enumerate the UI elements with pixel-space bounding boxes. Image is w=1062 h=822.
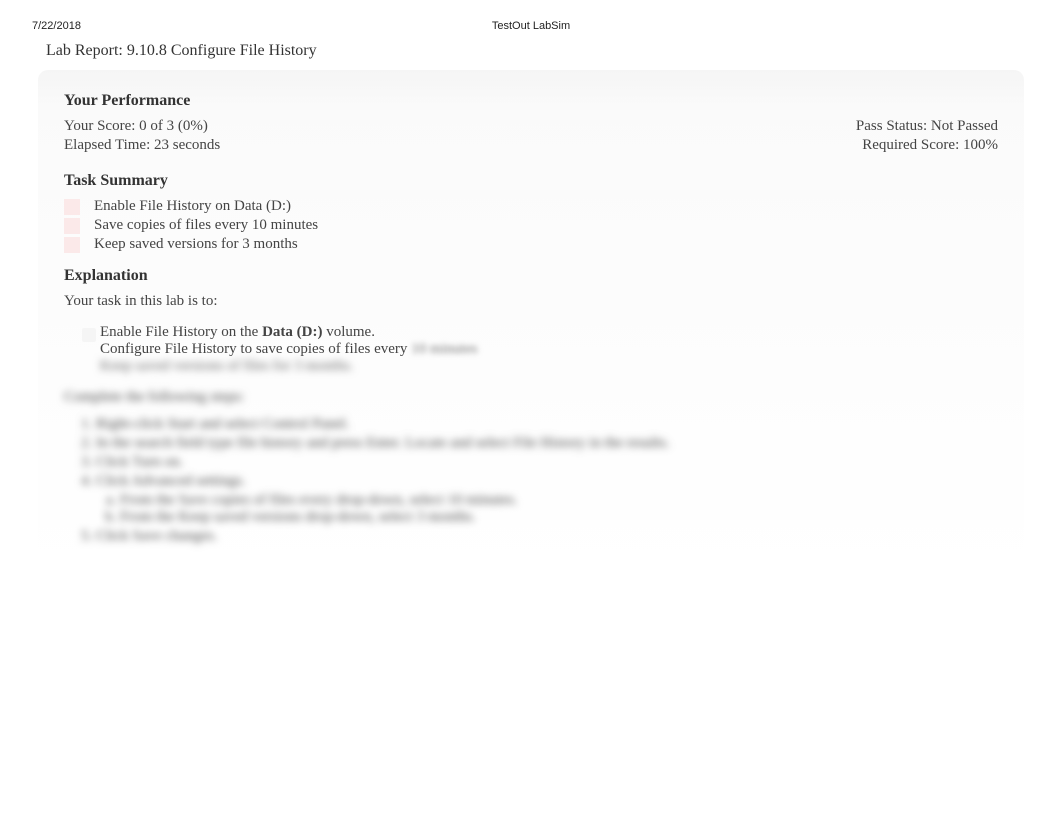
blurred-text: 10 minutes: [411, 341, 477, 357]
lab-report-title: Lab Report: 9.10.8 Configure File Histor…: [46, 42, 1062, 60]
blurred-steps-area: Complete the following steps: Right-clic…: [64, 389, 998, 545]
step-item: Click Advanced settings. From the Save c…: [96, 473, 998, 526]
header-date: 7/22/2018: [32, 20, 81, 32]
explanation-heading: Explanation: [64, 267, 998, 285]
task-summary-heading: Task Summary: [64, 172, 998, 190]
step-item: Right-click Start and select Control Pan…: [96, 416, 998, 433]
substeps-list: From the Save copies of files every drop…: [120, 492, 998, 526]
task-text: Keep saved versions for 3 months: [94, 236, 298, 253]
elapsed-time: Elapsed Time: 23 seconds: [64, 137, 220, 154]
task-list: Enable File History on Data (D:) Save co…: [64, 198, 998, 253]
step-item: Click Save changes.: [96, 528, 998, 545]
step-item: Click Turn on.: [96, 454, 998, 471]
bullet-text: Enable File History on the: [100, 324, 262, 340]
bullet-text: volume.: [322, 324, 375, 340]
step-item: In the search field type file history an…: [96, 435, 998, 452]
performance-heading: Your Performance: [64, 92, 998, 110]
substep-item: From the Save copies of files every drop…: [120, 492, 998, 509]
performance-row-1: Your Score: 0 of 3 (0%) Pass Status: Not…: [64, 118, 998, 135]
pass-status: Pass Status: Not Passed: [856, 118, 998, 135]
explanation-bullets: Enable File History on the Data (D:) vol…: [82, 324, 998, 375]
steps-heading: Complete the following steps:: [64, 389, 998, 406]
task-item: Keep saved versions for 3 months: [64, 236, 998, 253]
fail-icon: [64, 218, 80, 234]
task-text: Enable File History on Data (D:): [94, 198, 291, 215]
blurred-text: Keep saved versions of files for 3 month…: [100, 358, 998, 375]
substep-item: From the Keep saved versions drop-down, …: [120, 509, 998, 526]
bullet-icon: [82, 328, 96, 342]
fail-icon: [64, 199, 80, 215]
your-score: Your Score: 0 of 3 (0%): [64, 118, 208, 135]
bullet-bold: Data (D:): [262, 324, 322, 340]
performance-row-2: Elapsed Time: 23 seconds Required Score:…: [64, 137, 998, 154]
required-score: Required Score: 100%: [862, 137, 998, 154]
header-app-name: TestOut LabSim: [492, 20, 570, 32]
task-item: Save copies of files every 10 minutes: [64, 217, 998, 234]
page-header: 7/22/2018 TestOut LabSim: [0, 0, 1062, 32]
bullet-text: Configure File History to save copies of…: [100, 341, 411, 357]
report-content: Your Performance Your Score: 0 of 3 (0%)…: [38, 70, 1024, 577]
explanation-intro: Your task in this lab is to:: [64, 293, 998, 310]
task-text: Save copies of files every 10 minutes: [94, 217, 318, 234]
bullet-item: Enable File History on the Data (D:) vol…: [82, 324, 998, 375]
steps-list: Right-click Start and select Control Pan…: [96, 416, 998, 545]
task-item: Enable File History on Data (D:): [64, 198, 998, 215]
fail-icon: [64, 237, 80, 253]
